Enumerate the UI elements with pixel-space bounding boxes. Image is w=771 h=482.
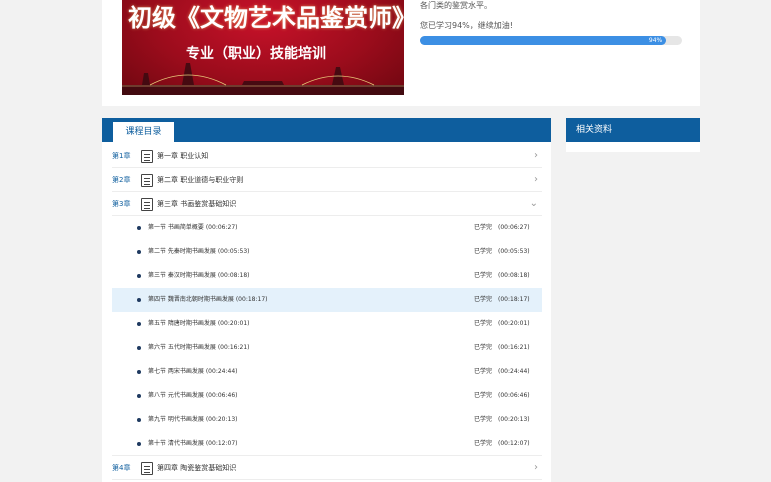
section-duration: (00:06:27) [498, 224, 530, 231]
progress-text: 您已学习94%，继续加油! [420, 21, 513, 30]
section-duration: (00:20:13) [498, 416, 530, 423]
section-duration: (00:20:01) [498, 320, 530, 327]
section-status: 已学完 [474, 416, 493, 423]
bullet-icon [137, 370, 141, 374]
section-duration: (00:18:17) [498, 296, 530, 303]
section-row[interactable]: 第五节 隋唐时期书画发展 (00:20:01) 已学完 (00:20:01) [112, 312, 542, 336]
course-info-card: 初级《文物艺术品鉴赏师》 专业（职业）技能培训 各门类的鉴赏水平。 您已学习94… [102, 0, 700, 106]
section-row-current[interactable]: 第四节 魏晋南北朝时期书画发展 (00:18:17) 已学完 (00:18:17… [112, 288, 542, 312]
section-title: 第七节 两宋书画发展 (00:24:44) [148, 368, 238, 375]
section-status: 已学完 [474, 248, 493, 255]
chapter-number: 第3章 [112, 200, 131, 208]
chapter-row[interactable]: 第1章 第一章 职业认知 › [112, 144, 542, 168]
tab-course-catalog[interactable]: 课程目录 [113, 122, 174, 142]
section-row[interactable]: 第十节 清代书画发展 (00:12:07) 已学完 (00:12:07) [112, 432, 542, 456]
section-status: 已学完 [474, 392, 493, 399]
chapter-row[interactable]: 第4章 第四章 陶瓷鉴赏基础知识 › [112, 456, 542, 480]
chevron-down-icon: ⌄ [529, 198, 538, 209]
chapter-title: 第一章 职业认知 [157, 152, 209, 160]
section-title: 第一节 书画简单概要 (00:06:27) [148, 224, 238, 231]
related-materials-header: 相关资料 [566, 118, 700, 142]
chapter-number: 第4章 [112, 464, 131, 472]
chapter-title: 第三章 书画鉴赏基础知识 [157, 200, 237, 208]
section-row[interactable]: 第一节 书画简单概要 (00:06:27) 已学完 (00:06:27) [112, 216, 542, 240]
section-duration: (00:06:46) [498, 392, 530, 399]
section-duration: (00:24:44) [498, 368, 530, 375]
document-list-icon [141, 198, 153, 211]
section-title: 第十节 清代书画发展 (00:12:07) [148, 440, 238, 447]
bullet-icon [137, 394, 141, 398]
chapter-row-expanded[interactable]: 第3章 第三章 书画鉴赏基础知识 ⌄ [112, 192, 542, 216]
bullet-icon [137, 442, 141, 446]
document-list-icon [141, 174, 153, 187]
section-title: 第九节 明代书画发展 (00:20:13) [148, 416, 238, 423]
document-list-icon [141, 150, 153, 163]
bullet-icon [137, 250, 141, 254]
chevron-right-icon: › [534, 174, 538, 185]
progress-percent-label: 94% [648, 37, 663, 44]
section-status: 已学完 [474, 296, 493, 303]
chapter-title: 第四章 陶瓷鉴赏基础知识 [157, 464, 237, 472]
progress-bar-fill: 94% [420, 36, 667, 45]
section-title: 第八节 元代书画发展 (00:06:46) [148, 392, 238, 399]
course-banner-image: 初级《文物艺术品鉴赏师》 专业（职业）技能培训 [122, 0, 404, 95]
bullet-icon [137, 298, 141, 302]
section-row[interactable]: 第七节 两宋书画发展 (00:24:44) 已学完 (00:24:44) [112, 360, 542, 384]
section-duration: (00:08:18) [498, 272, 530, 279]
section-status: 已学完 [474, 272, 493, 279]
bullet-icon [137, 346, 141, 350]
section-status: 已学完 [474, 344, 493, 351]
section-status: 已学完 [474, 320, 493, 327]
catalog-header: 课程目录 [102, 118, 551, 142]
chevron-right-icon: › [534, 150, 538, 161]
section-duration: (00:16:21) [498, 344, 530, 351]
bullet-icon [137, 274, 141, 278]
chapter-row[interactable]: 第2章 第二章 职业道德与职业守则 › [112, 168, 542, 192]
section-title: 第三节 秦汉时期书画发展 (00:08:18) [148, 272, 250, 279]
course-catalog-panel: 课程目录 第1章 第一章 职业认知 › 第2章 第二章 职业道德与职业守则 › … [102, 118, 551, 482]
section-status: 已学完 [474, 368, 493, 375]
section-row[interactable]: 第二节 先秦时期书画发展 (00:05:53) 已学完 (00:05:53) [112, 240, 542, 264]
section-row[interactable]: 第三节 秦汉时期书画发展 (00:08:18) 已学完 (00:08:18) [112, 264, 542, 288]
chapter-title: 第二章 职业道德与职业守则 [157, 176, 244, 184]
chapter-number: 第2章 [112, 176, 131, 184]
section-title: 第六节 五代时期书画发展 (00:16:21) [148, 344, 250, 351]
progress-bar: 94% [420, 36, 682, 45]
banner-subtitle: 专业（职业）技能培训 [186, 46, 326, 62]
section-title: 第二节 先秦时期书画发展 (00:05:53) [148, 248, 250, 255]
bullet-icon [137, 226, 141, 230]
course-intro-text: 各门类的鉴赏水平。 [420, 1, 492, 10]
bullet-icon [137, 322, 141, 326]
section-title: 第五节 隋唐时期书画发展 (00:20:01) [148, 320, 250, 327]
document-list-icon [141, 462, 153, 475]
section-row[interactable]: 第九节 明代书画发展 (00:20:13) 已学完 (00:20:13) [112, 408, 542, 432]
section-row[interactable]: 第六节 五代时期书画发展 (00:16:21) 已学完 (00:16:21) [112, 336, 542, 360]
banner-title: 初级《文物艺术品鉴赏师》 [128, 3, 404, 32]
section-duration: (00:12:07) [498, 440, 530, 447]
section-status: 已学完 [474, 440, 493, 447]
chapter-number: 第1章 [112, 152, 131, 160]
section-status: 已学完 [474, 224, 493, 231]
section-duration: (00:05:53) [498, 248, 530, 255]
related-materials-panel: 相关资料 [566, 118, 700, 152]
section-title: 第四节 魏晋南北朝时期书画发展 (00:18:17) [148, 296, 268, 303]
bullet-icon [137, 418, 141, 422]
chevron-right-icon: › [534, 462, 538, 473]
section-row[interactable]: 第八节 元代书画发展 (00:06:46) 已学完 (00:06:46) [112, 384, 542, 408]
